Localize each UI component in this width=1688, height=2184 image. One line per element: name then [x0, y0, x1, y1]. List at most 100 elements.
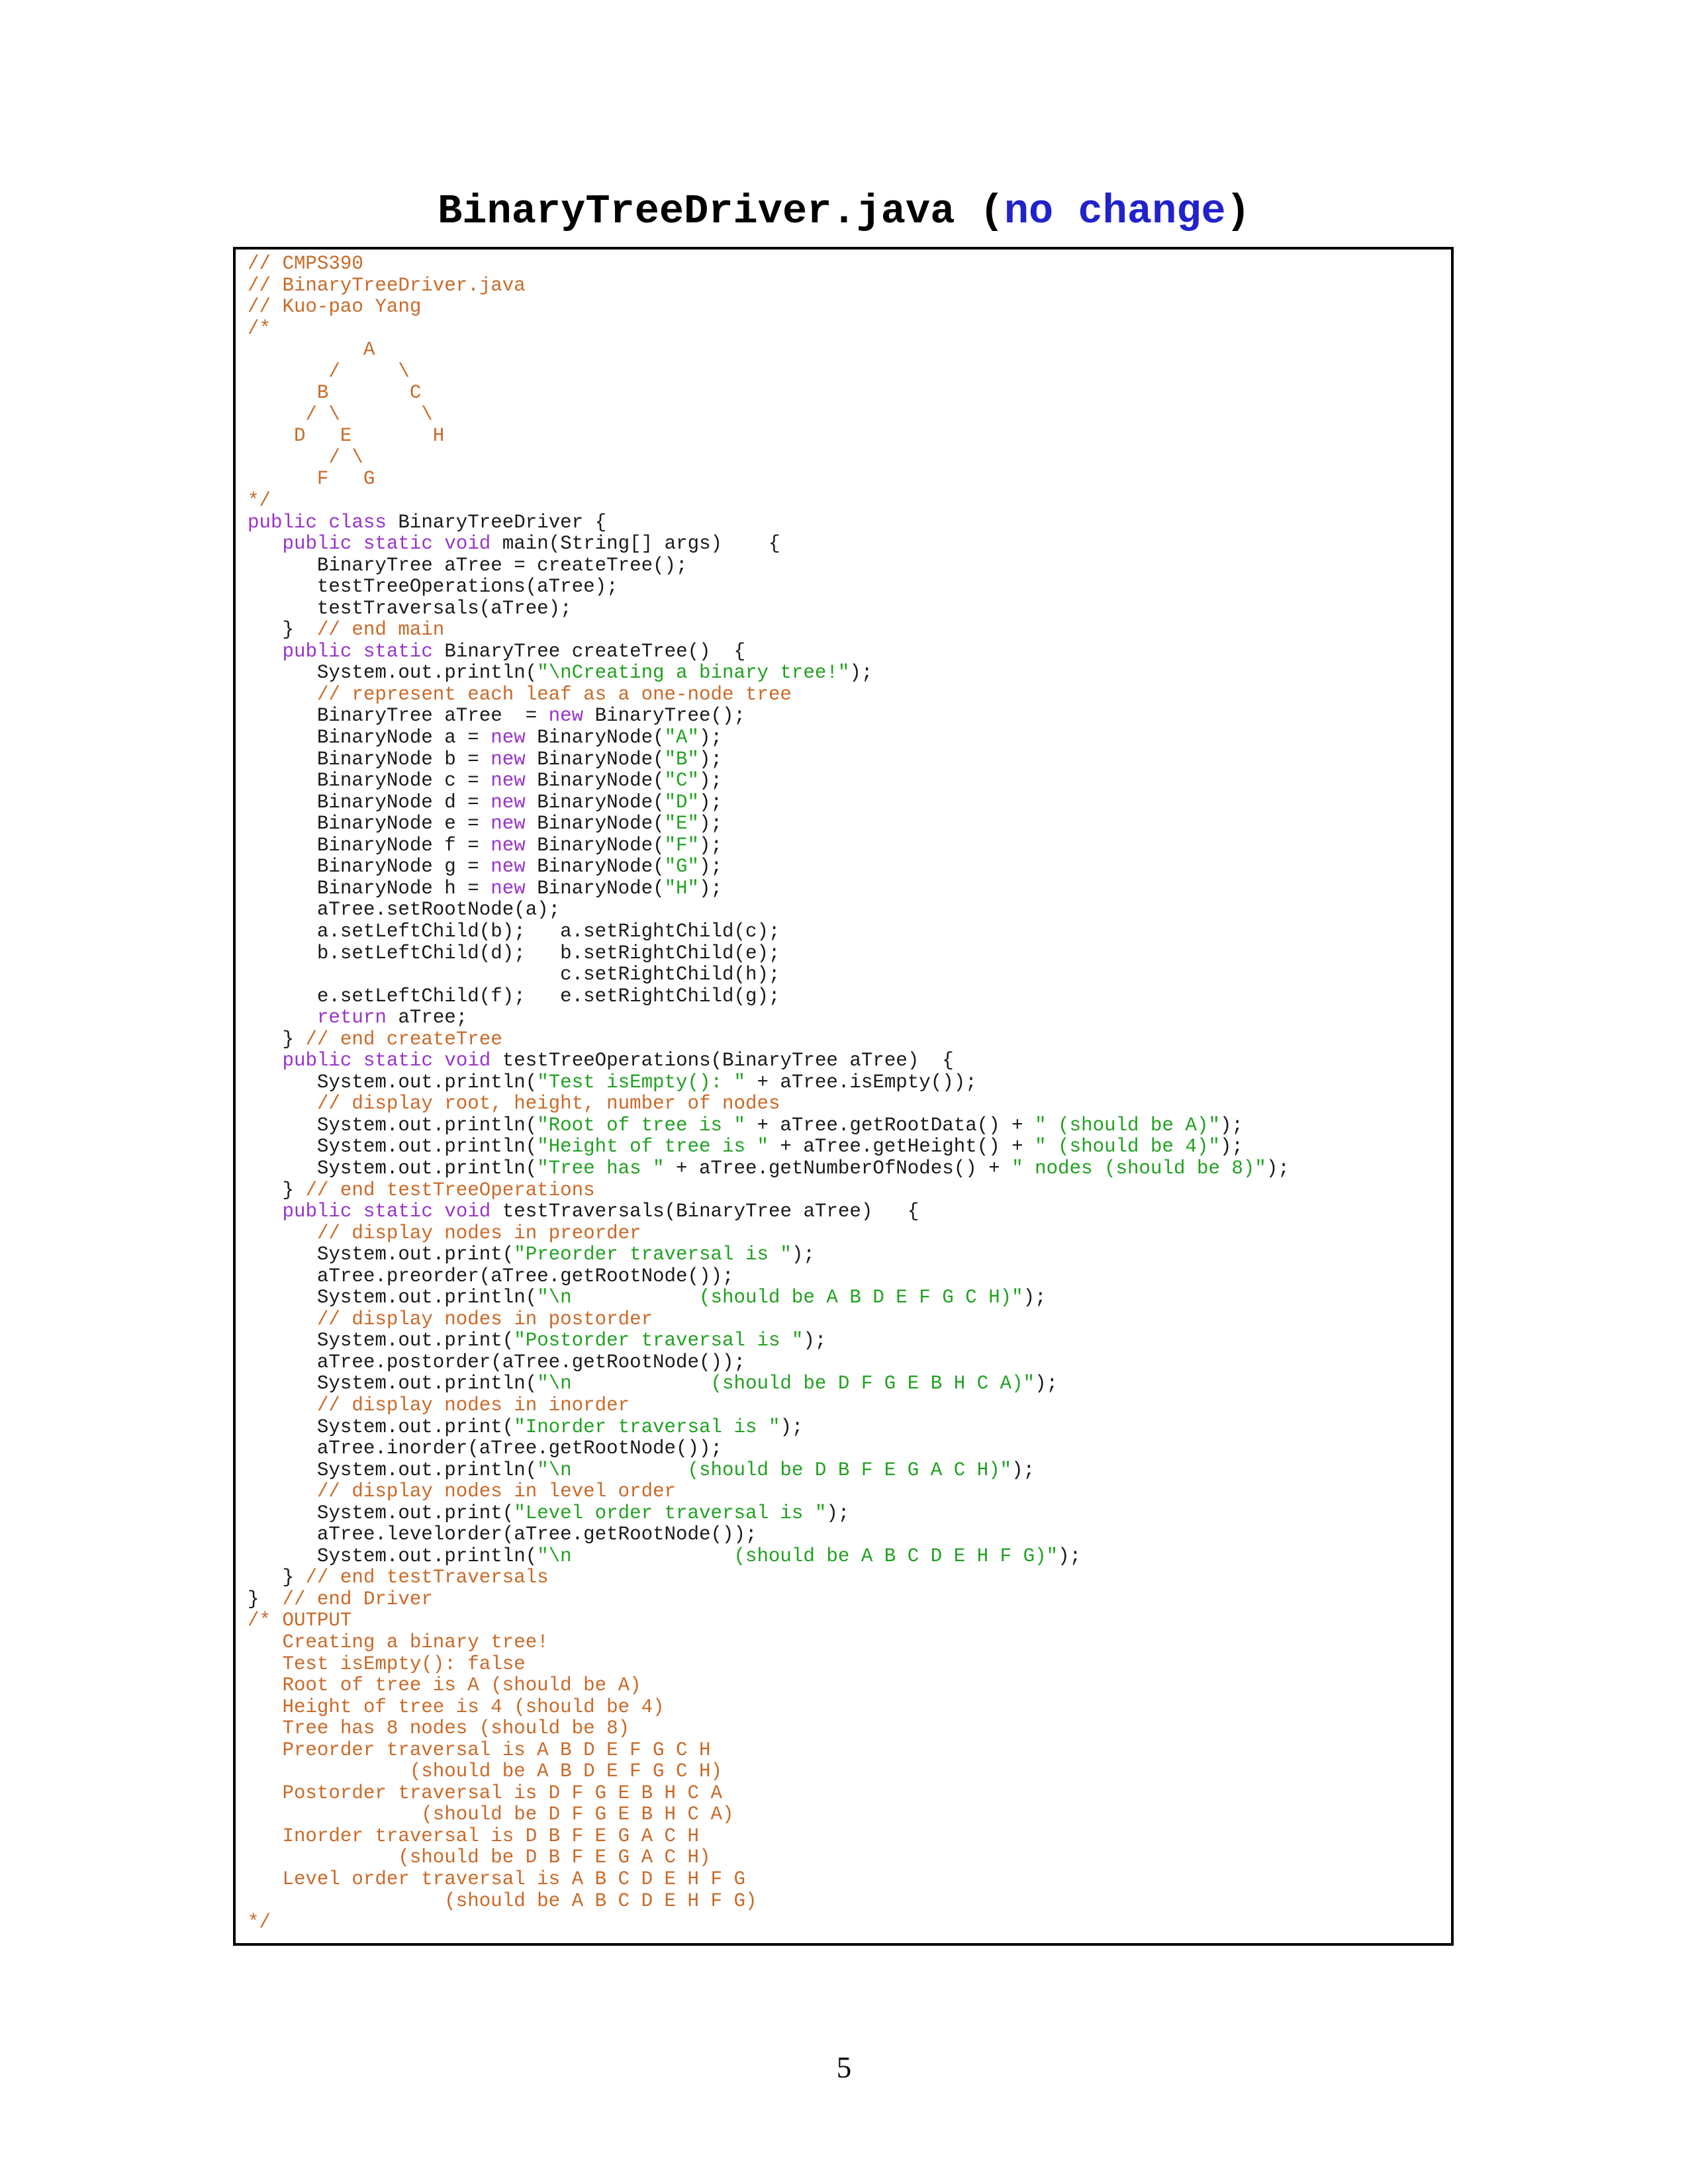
code-token: } — [248, 1028, 305, 1050]
code-line: Tree has 8 nodes (should be 8) — [248, 1718, 1451, 1740]
code-line: public static void main(String[] args) { — [248, 533, 1451, 555]
code-token — [248, 1007, 317, 1028]
code-token: ); — [699, 878, 722, 899]
code-token: (should be D B F E G A C H) — [248, 1846, 711, 1868]
code-token: // end main — [317, 619, 444, 641]
code-token: D E H — [248, 425, 444, 447]
code-token: e.setLeftChild(f); e.setRightChild(g); — [248, 985, 780, 1007]
code-token: a.setLeftChild(b); a.setRightChild(c); — [248, 921, 780, 942]
code-token: BinaryTree(); — [583, 705, 745, 727]
code-token: public — [282, 641, 352, 662]
code-line: public class BinaryTreeDriver { — [248, 512, 1451, 534]
code-token — [248, 533, 282, 555]
code-line: aTree.levelorder(aTree.getRootNode()); — [248, 1524, 1451, 1546]
code-line: public static void testTreeOperations(Bi… — [248, 1050, 1451, 1072]
code-line: testTraversals(aTree); — [248, 598, 1451, 620]
code-line: BinaryNode c = new BinaryNode("C"); — [248, 770, 1451, 792]
code-token: + aTree.getNumberOfNodes() + — [665, 1158, 1012, 1179]
code-token: BinaryNode b = — [248, 749, 491, 770]
code-line: System.out.print("Preorder traversal is … — [248, 1244, 1451, 1266]
code-token: aTree; — [387, 1007, 467, 1028]
code-token: "E" — [665, 813, 699, 835]
code-token — [248, 1308, 317, 1330]
code-token: new — [549, 705, 583, 727]
code-token: Postorder traversal is D F G E B H C A — [248, 1782, 722, 1804]
code-token: System.out.println( — [248, 1071, 537, 1093]
code-token: / \ — [248, 447, 363, 469]
code-token: } — [248, 1567, 305, 1588]
code-line: // Kuo-pao Yang — [248, 296, 1451, 318]
code-line: System.out.print("Inorder traversal is "… — [248, 1417, 1451, 1439]
code-token: (should be A B C D E H F G) — [248, 1890, 757, 1912]
code-token: "Inorder traversal is " — [514, 1416, 780, 1438]
code-token — [248, 1394, 317, 1416]
code-token: BinaryNode( — [526, 792, 665, 813]
code-token: aTree.postorder(aTree.getRootNode()); — [248, 1351, 745, 1373]
code-token: // display nodes in inorder — [317, 1394, 630, 1416]
code-token: BinaryNode h = — [248, 878, 491, 899]
code-line: BinaryNode d = new BinaryNode("D"); — [248, 792, 1451, 814]
code-token: BinaryNode( — [526, 878, 665, 899]
code-line: BinaryNode f = new BinaryNode("F"); — [248, 835, 1451, 857]
code-token: A — [248, 339, 375, 361]
code-token — [248, 1480, 317, 1502]
code-token: ); — [1023, 1287, 1047, 1308]
code-token — [352, 533, 363, 555]
code-token: "G" — [665, 856, 699, 878]
code-token: // Kuo-pao Yang — [248, 296, 421, 318]
code-line: System.out.println("Test isEmpty(): " + … — [248, 1072, 1451, 1094]
code-line: // display root, height, number of nodes — [248, 1093, 1451, 1115]
code-token: "C" — [665, 770, 699, 792]
code-token: "A" — [665, 727, 699, 749]
code-token: ); — [780, 1416, 803, 1438]
code-token — [248, 1050, 282, 1071]
code-token: new — [491, 878, 525, 899]
code-line: (should be D B F E G A C H) — [248, 1847, 1451, 1869]
code-token: BinaryNode a = — [248, 727, 491, 749]
code-token: new — [491, 770, 525, 792]
code-token: void — [444, 533, 491, 555]
code-line: B C — [248, 383, 1451, 404]
code-token: "\n (should be A B C D E H F G)" — [537, 1545, 1058, 1567]
code-token: System.out.println( — [248, 1136, 537, 1158]
code-line: System.out.println("\n (should be D B F … — [248, 1460, 1451, 1482]
code-line: c.setRightChild(h); — [248, 964, 1451, 986]
code-token: Root of tree is A (should be A) — [248, 1674, 641, 1696]
code-token: Height of tree is 4 (should be 4) — [248, 1696, 665, 1718]
code-line: } // end Driver — [248, 1589, 1451, 1611]
code-line: */ — [248, 490, 1451, 512]
code-token — [248, 1201, 282, 1222]
code-token: // BinaryTreeDriver.java — [248, 275, 526, 296]
code-line: testTreeOperations(aTree); — [248, 576, 1451, 598]
code-line: System.out.println("\n (should be A B C … — [248, 1546, 1451, 1568]
code-token: System.out.print( — [248, 1416, 514, 1438]
code-line: System.out.println("Tree has " + aTree.g… — [248, 1158, 1451, 1180]
code-token: "B" — [665, 749, 699, 770]
code-token: */ — [248, 1911, 271, 1933]
code-token: BinaryTree createTree() { — [433, 641, 745, 662]
page-title: BinaryTreeDriver.java (no change) — [0, 188, 1688, 236]
code-token: BinaryNode c = — [248, 770, 491, 792]
code-line: Inorder traversal is D B F E G A C H — [248, 1826, 1451, 1848]
code-token: ); — [826, 1502, 849, 1524]
code-token: static — [363, 1050, 433, 1071]
code-token: ); — [699, 749, 722, 770]
code-token: BinaryNode g = — [248, 856, 491, 878]
code-token: void — [444, 1050, 491, 1071]
code-token: B C — [248, 382, 421, 404]
code-token: BinaryNode( — [526, 770, 665, 792]
code-token — [248, 641, 282, 662]
code-line: Level order traversal is A B C D E H F G — [248, 1869, 1451, 1891]
code-token: new — [491, 856, 525, 878]
code-token: "F" — [665, 835, 699, 856]
code-token — [317, 512, 329, 533]
code-line: (should be A B C D E H F G) — [248, 1891, 1451, 1913]
code-line: System.out.print("Postorder traversal is… — [248, 1330, 1451, 1352]
code-token: new — [491, 792, 525, 813]
code-line: BinaryNode a = new BinaryNode("A"); — [248, 727, 1451, 749]
code-token — [352, 641, 363, 662]
code-token: */ — [248, 490, 271, 512]
code-line: System.out.println("\nCreating a binary … — [248, 662, 1451, 684]
code-token: ); — [1011, 1459, 1035, 1481]
code-token: testTreeOperations(BinaryTree aTree) { — [491, 1050, 954, 1071]
